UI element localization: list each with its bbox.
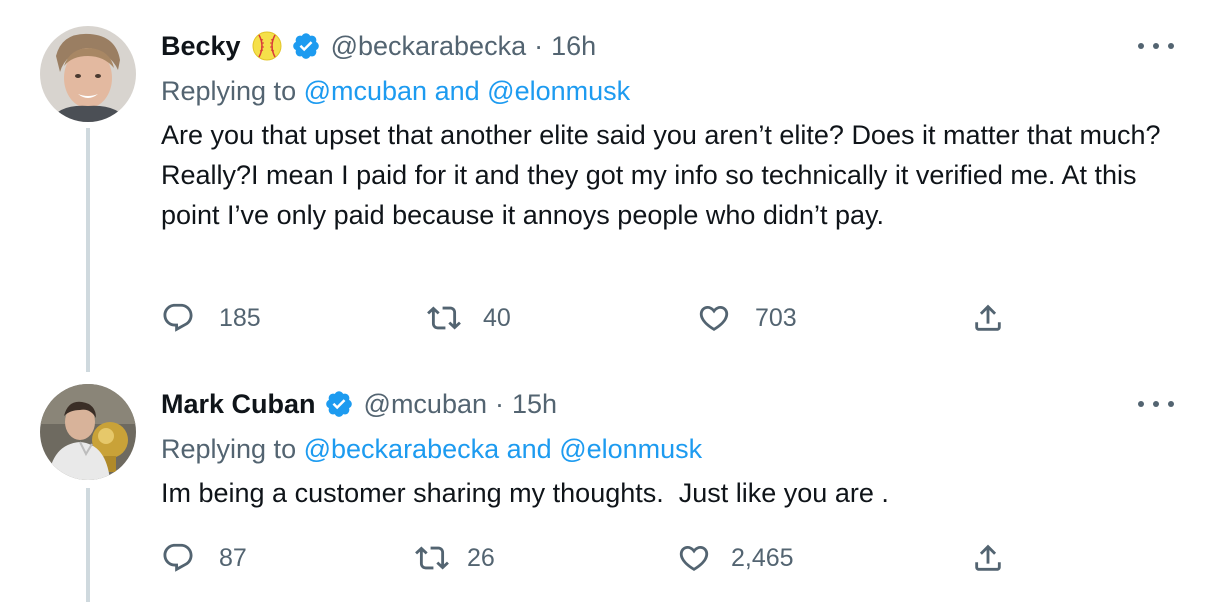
mention-link[interactable]: @elonmusk <box>559 434 702 464</box>
replying-prefix: Replying to <box>161 434 297 464</box>
heart-icon <box>679 545 709 571</box>
retweet-button[interactable]: 26 <box>415 538 495 578</box>
share-icon <box>975 544 1001 571</box>
mention-link[interactable]: @mcuban <box>304 76 427 106</box>
retweet-button[interactable]: 40 <box>427 298 511 338</box>
reply-button[interactable]: 185 <box>161 298 261 338</box>
timestamp[interactable]: 15h <box>512 389 557 420</box>
share-button[interactable] <box>971 538 1005 578</box>
handle[interactable]: @mcuban <box>364 389 487 420</box>
reply-icon <box>163 303 193 332</box>
like-button[interactable]: 2,465 <box>677 538 794 578</box>
avatar-image <box>40 384 136 480</box>
reply-button[interactable]: 87 <box>161 538 247 578</box>
tweet-header: Becky @beckarabecka · 16h <box>161 26 1174 66</box>
avatar-image <box>40 26 136 122</box>
retweet-count: 26 <box>467 543 495 572</box>
mention-link[interactable]: @elonmusk <box>487 76 630 106</box>
verified-badge-icon <box>291 31 321 61</box>
thread-line <box>86 488 90 602</box>
tweet-text: Are you that upset that another elite sa… <box>161 120 1169 230</box>
handle[interactable]: @beckarabecka <box>331 31 527 62</box>
mention-link[interactable]: @beckarabecka <box>304 434 500 464</box>
thread-line <box>86 128 90 372</box>
replying-and[interactable]: and <box>435 76 480 106</box>
softball-emoji-icon <box>251 30 283 62</box>
reply-count: 87 <box>219 543 247 572</box>
heart-icon <box>699 305 729 331</box>
display-name[interactable]: Becky <box>161 31 241 62</box>
timestamp[interactable]: 16h <box>551 31 596 62</box>
verified-badge-icon <box>324 389 354 419</box>
like-button[interactable]: 703 <box>697 298 797 338</box>
retweet-icon <box>415 546 449 570</box>
tweet-text: Im being a customer sharing my thoughts.… <box>161 478 889 508</box>
replying-and[interactable]: and <box>507 434 552 464</box>
replying-to: Replying to @beckarabecka and @elonmusk <box>161 429 1174 469</box>
replying-prefix: Replying to <box>161 76 297 106</box>
share-icon <box>975 304 1001 331</box>
replying-to: Replying to @mcuban and @elonmusk <box>161 71 1174 111</box>
tweet-header: Mark Cuban @mcuban · 15h <box>161 384 1174 424</box>
separator: · <box>534 30 544 61</box>
tweet-actions: 87 26 2,465 <box>161 538 1011 578</box>
like-count: 703 <box>755 303 797 332</box>
reply-icon <box>163 543 193 572</box>
like-count: 2,465 <box>731 543 794 572</box>
tweet-actions: 185 40 703 <box>161 298 1011 338</box>
tweet[interactable]: Becky @beckarabecka · 16h Replying to @m… <box>0 0 1214 372</box>
more-icon[interactable] <box>1138 392 1174 416</box>
more-icon[interactable] <box>1138 34 1174 58</box>
avatar[interactable] <box>40 26 136 122</box>
tweet[interactable]: Mark Cuban @mcuban · 15h Replying to @be… <box>0 372 1214 602</box>
retweet-count: 40 <box>483 303 511 332</box>
avatar[interactable] <box>40 384 136 480</box>
retweet-icon <box>427 306 461 330</box>
tweet-content: Mark Cuban @mcuban · 15h Replying to @be… <box>161 384 1174 513</box>
reply-count: 185 <box>219 303 261 332</box>
tweet-content: Becky @beckarabecka · 16h Replying to @m… <box>161 26 1174 235</box>
separator: · <box>495 388 504 419</box>
share-button[interactable] <box>971 298 1005 338</box>
display-name[interactable]: Mark Cuban <box>161 389 316 420</box>
